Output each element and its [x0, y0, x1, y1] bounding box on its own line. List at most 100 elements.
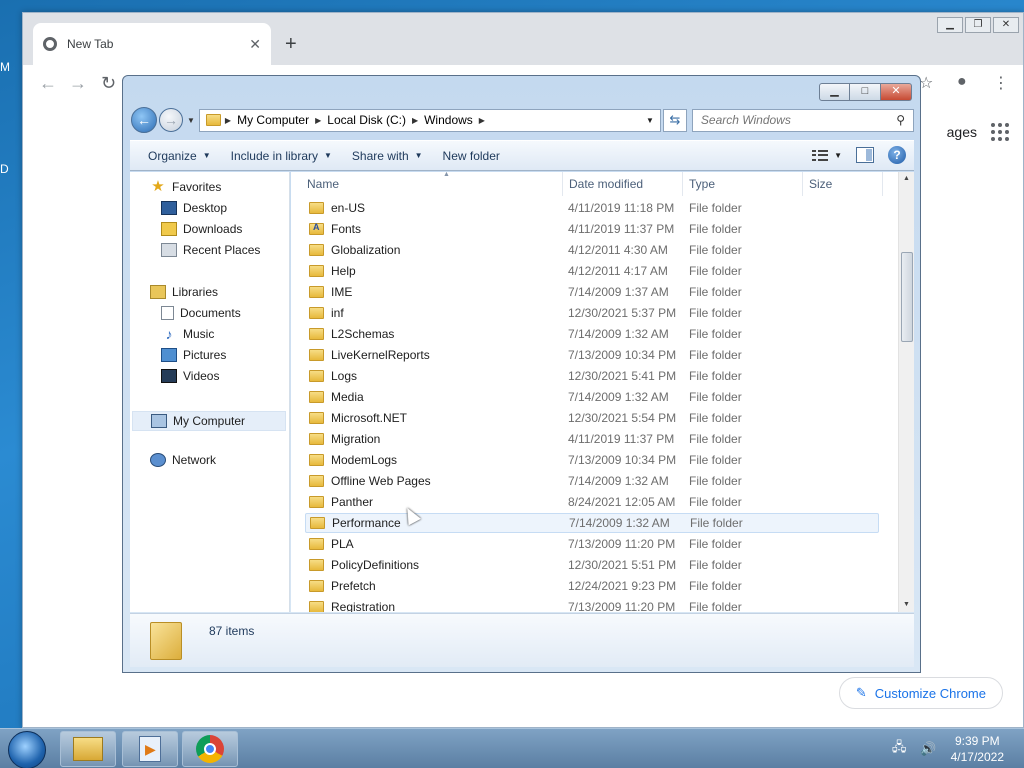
scroll-down-arrow-icon[interactable]: ▼: [899, 598, 914, 612]
chrome-tab-new-tab[interactable]: New Tab ✕: [33, 23, 271, 65]
file-row[interactable]: Logs 12/30/2021 5:41 PM File folder: [305, 366, 879, 386]
nav-documents[interactable]: Documents: [161, 306, 241, 320]
scroll-up-arrow-icon[interactable]: ▲: [899, 172, 914, 186]
nav-pictures[interactable]: Pictures: [161, 348, 226, 362]
close-tab-icon[interactable]: ✕: [249, 36, 261, 53]
nav-label: Recent Places: [183, 243, 261, 257]
search-icon[interactable]: ⚲: [896, 113, 905, 127]
back-arrow-icon[interactable]: ←: [131, 107, 157, 133]
customize-chrome-button[interactable]: ✎ Customize Chrome: [838, 677, 1003, 709]
start-button[interactable]: [8, 731, 46, 768]
file-type: File folder: [689, 264, 742, 278]
vertical-scrollbar[interactable]: ▲ ▼: [898, 172, 914, 612]
taskbar-explorer-button[interactable]: [60, 731, 116, 767]
breadcrumb-windows[interactable]: Windows: [424, 113, 473, 127]
forward-arrow-icon[interactable]: →: [69, 73, 87, 94]
forward-arrow-icon[interactable]: →: [159, 108, 183, 132]
star-icon: ★: [151, 178, 165, 195]
chrome-menu-icon[interactable]: ⋮: [993, 73, 1009, 93]
google-apps-icon[interactable]: [991, 123, 1009, 141]
file-row[interactable]: L2Schemas 7/14/2009 1:32 AM File folder: [305, 324, 879, 344]
bookmark-star-icon[interactable]: ☆: [919, 73, 933, 93]
breadcrumb-my-computer[interactable]: My Computer: [237, 113, 309, 127]
include-in-library-label: Include in library: [230, 148, 318, 163]
breadcrumb-chevron-icon[interactable]: ▶: [479, 116, 485, 125]
address-dropdown-icon[interactable]: ▼: [646, 116, 654, 125]
minimize-button[interactable]: ▁: [937, 17, 963, 33]
close-button[interactable]: ✕: [881, 83, 912, 101]
address-bar[interactable]: ▶ My Computer ▶ Local Disk (C:) ▶ Window…: [198, 108, 661, 132]
clock[interactable]: 9:39 PM 4/17/2022: [951, 733, 1004, 765]
file-row[interactable]: Panther 8/24/2021 12:05 AM File folder: [305, 492, 879, 512]
file-row[interactable]: inf 12/30/2021 5:37 PM File folder: [305, 303, 879, 323]
file-row[interactable]: Registration 7/13/2009 11:20 PM File folde…: [305, 597, 879, 612]
nav-favorites[interactable]: ★ Favorites: [150, 178, 221, 195]
file-name: inf: [331, 306, 344, 320]
share-with-menu[interactable]: Share with ▼: [342, 149, 433, 163]
file-row[interactable]: Globalization 4/12/2011 4:30 AM File folde…: [305, 240, 879, 260]
nav-my-computer[interactable]: My Computer: [132, 411, 286, 431]
nav-downloads[interactable]: Downloads: [161, 222, 242, 236]
preview-pane-icon[interactable]: [856, 147, 874, 163]
desktop-icon: [161, 201, 177, 215]
file-type: File folder: [689, 348, 742, 362]
minimize-button[interactable]: ▁: [819, 83, 850, 101]
file-row[interactable]: PLA 7/13/2009 11:20 PM File folder: [305, 534, 879, 554]
back-arrow-icon[interactable]: ←: [39, 73, 57, 94]
column-header-name[interactable]: Name ▲: [303, 172, 563, 196]
nav-recent-places[interactable]: Recent Places: [161, 243, 260, 257]
refresh-icon[interactable]: ⇆: [662, 108, 687, 132]
breadcrumb-chevron-icon[interactable]: ▶: [225, 116, 231, 125]
file-row[interactable]: Fonts 4/11/2019 11:37 PM File folder: [305, 219, 879, 239]
file-row[interactable]: Prefetch 12/24/2021 9:23 PM File folder: [305, 576, 879, 596]
file-row[interactable]: LiveKernelReports 7/13/2009 10:34 PM File …: [305, 345, 879, 365]
new-tab-button[interactable]: +: [285, 33, 297, 56]
scrollbar-thumb[interactable]: [901, 252, 913, 342]
file-row[interactable]: Offline Web Pages 7/14/2009 1:32 AM File f…: [305, 471, 879, 491]
column-header-date[interactable]: Date modified: [565, 172, 683, 196]
help-icon[interactable]: ?: [888, 146, 906, 164]
file-row[interactable]: Microsoft.NET 12/30/2021 5:54 PM File fold…: [305, 408, 879, 428]
file-row[interactable]: Help 4/12/2011 4:17 AM File folder: [305, 261, 879, 281]
file-row[interactable]: Media 7/14/2009 1:32 AM File folder: [305, 387, 879, 407]
close-button[interactable]: ✕: [993, 17, 1019, 33]
taskbar-chrome-button[interactable]: [182, 731, 238, 767]
folder-icon: [309, 370, 324, 382]
search-box[interactable]: ⚲: [691, 108, 914, 132]
profile-avatar-icon[interactable]: ●: [957, 73, 967, 91]
include-in-library-menu[interactable]: Include in library ▼: [221, 149, 342, 163]
file-row[interactable]: Migration 4/11/2019 11:37 PM File folder: [305, 429, 879, 449]
search-input[interactable]: [700, 113, 897, 127]
new-folder-button[interactable]: New folder: [433, 149, 510, 163]
nav-music[interactable]: ♪ Music: [161, 327, 215, 341]
file-name: LiveKernelReports: [331, 348, 430, 362]
nav-libraries[interactable]: Libraries: [150, 285, 218, 299]
file-row[interactable]: en-US 4/11/2019 11:18 PM File folder: [305, 198, 879, 218]
reload-icon[interactable]: ↻: [101, 73, 116, 94]
organize-menu[interactable]: Organize ▼: [138, 149, 221, 163]
change-view-button[interactable]: ▼: [812, 149, 842, 161]
file-row[interactable]: PolicyDefinitions 12/30/2021 5:51 PM File …: [305, 555, 879, 575]
column-header-size[interactable]: Size: [805, 172, 883, 196]
restore-button[interactable]: ❐: [965, 17, 991, 33]
breadcrumb-chevron-icon[interactable]: ▶: [315, 116, 321, 125]
recent-pages-dropdown-icon[interactable]: ▼: [187, 116, 195, 125]
breadcrumb-chevron-icon[interactable]: ▶: [412, 116, 418, 125]
network-status-icon[interactable]: 🖧: [892, 738, 907, 760]
file-row[interactable]: ModemLogs 7/13/2009 10:34 PM File folder: [305, 450, 879, 470]
file-date-modified: 7/14/2009 1:32 AM: [569, 516, 670, 530]
nav-network[interactable]: Network: [150, 453, 216, 467]
pictures-icon: [161, 348, 177, 362]
volume-icon[interactable]: 🔊: [920, 741, 936, 757]
maximize-button[interactable]: □: [850, 83, 881, 101]
taskbar-media-player-button[interactable]: [122, 731, 178, 767]
file-row[interactable]: Performance 7/14/2009 1:32 AM File folder: [305, 513, 879, 533]
file-type: File folder: [689, 453, 742, 467]
images-link[interactable]: ages: [947, 124, 977, 140]
nav-videos[interactable]: Videos: [161, 369, 219, 383]
nav-desktop[interactable]: Desktop: [161, 201, 227, 215]
folder-icon: [309, 328, 324, 340]
breadcrumb-local-disk[interactable]: Local Disk (C:): [327, 113, 406, 127]
column-header-type[interactable]: Type: [685, 172, 803, 196]
file-row[interactable]: IME 7/14/2009 1:37 AM File folder: [305, 282, 879, 302]
